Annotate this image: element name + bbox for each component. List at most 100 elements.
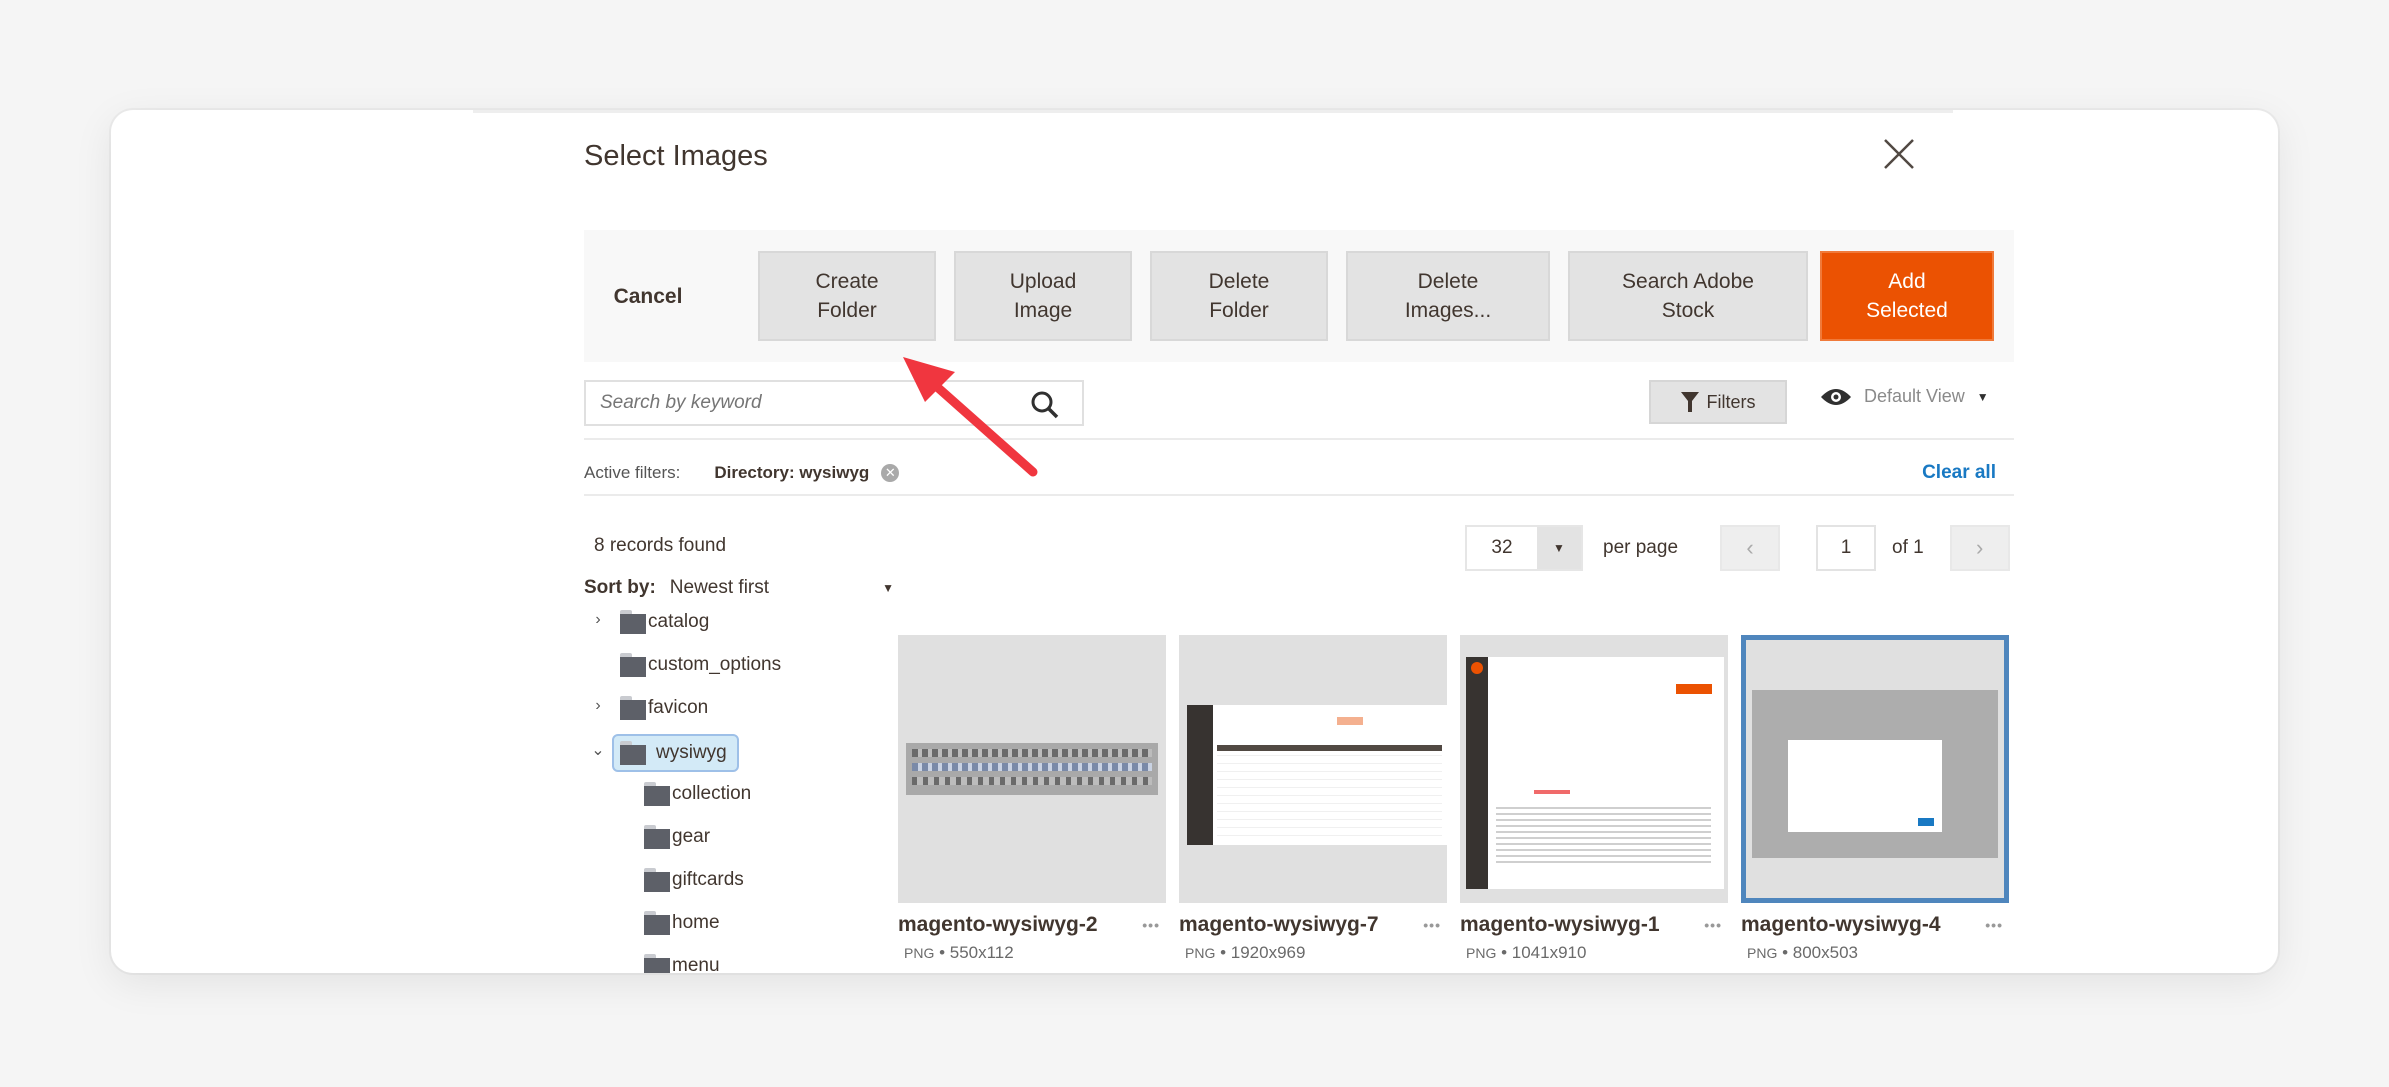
next-page-button[interactable]: › (1949, 525, 2010, 571)
search-input[interactable] (586, 382, 1022, 424)
folder-label: gear (672, 826, 711, 847)
caret-down-icon[interactable]: ▼ (1537, 527, 1581, 569)
upload-image-button[interactable]: Upload Image (954, 251, 1132, 341)
image-meta: PNG • 1920x969 (1179, 943, 1447, 963)
active-filters-bar: Active filters: Directory: wysiwyg ✕ Cle… (584, 455, 2014, 491)
per-page-select[interactable]: 32 ▼ (1465, 525, 1583, 571)
modal-toolbar: Cancel Create Folder Upload Image Delete… (584, 230, 2014, 362)
active-filters-label: Active filters: (584, 463, 681, 482)
image-name: magento-wysiwyg-2 (898, 913, 1098, 936)
caret-down-icon: ▼ (882, 581, 894, 595)
folder-tree-item[interactable]: giftcards (644, 863, 744, 897)
image-meta: PNG • 550x112 (898, 943, 1166, 963)
thumb-preview-insert-image-dialog (1752, 690, 1998, 858)
image-card[interactable]: magento-wysiwyg-2 ••• PNG • 550x112 (898, 635, 1166, 963)
view-label: Default View (1864, 386, 1965, 406)
meta-separator: • (1215, 943, 1231, 962)
folder-label: collection (672, 783, 752, 804)
per-page-label: per page (1603, 537, 1679, 558)
image-thumbnail[interactable] (898, 635, 1166, 903)
create-folder-button[interactable]: Create Folder (758, 251, 936, 341)
folder-tree-item[interactable]: favicon (620, 691, 708, 725)
folder-tree-item[interactable]: custom_options (620, 648, 781, 682)
image-name-row: magento-wysiwyg-1 ••• (1460, 913, 1728, 937)
image-card[interactable]: magento-wysiwyg-7 ••• PNG • 1920x969 (1179, 635, 1447, 963)
folder-label: favicon (648, 697, 709, 718)
divider (584, 438, 2014, 440)
folder-tree-item[interactable]: wysiwyg (612, 734, 739, 772)
chevron-right-icon[interactable]: › (588, 697, 608, 715)
image-format: PNG (904, 945, 935, 961)
chevron-right-icon[interactable]: › (588, 611, 608, 629)
per-page-value: 32 (1491, 537, 1513, 558)
image-format: PNG (1185, 945, 1216, 961)
folder-icon (644, 911, 670, 935)
search-icon[interactable] (1030, 390, 1060, 420)
close-button[interactable] (1881, 136, 1917, 172)
view-selector[interactable]: Default View ▼ (1820, 386, 1989, 407)
folder-label: catalog (648, 611, 710, 632)
image-name: magento-wysiwyg-7 (1179, 913, 1379, 936)
folder-icon (620, 653, 646, 677)
page-number-input[interactable]: 1 (1816, 525, 1877, 571)
page-total: of 1 (1892, 537, 1924, 558)
image-dimensions: 800x503 (1792, 943, 1858, 962)
folder-tree-item[interactable]: collection (644, 777, 751, 811)
pagination: 32 ▼ per page ‹ 1 of 1 › (1465, 525, 2010, 571)
chevron-down-icon[interactable]: ⌄ (588, 740, 608, 760)
image-format: PNG (1747, 945, 1778, 961)
sort-select[interactable]: Sort by: Newest first ▼ (584, 577, 894, 599)
meta-separator: • (1777, 943, 1793, 962)
clear-all-link[interactable]: Clear all (1922, 462, 1996, 484)
folder-tree-item[interactable]: menu (644, 949, 720, 973)
folder-tree-item[interactable]: catalog (620, 605, 709, 639)
delete-images-button[interactable]: Delete Images... (1346, 251, 1550, 341)
image-meta: PNG • 800x503 (1741, 943, 2009, 963)
filter-icon (1680, 392, 1699, 412)
folder-icon (620, 610, 646, 634)
search-row: Filters Default View ▼ (584, 380, 2014, 432)
remove-filter-icon[interactable]: ✕ (881, 464, 900, 482)
image-card[interactable]: magento-wysiwyg-1 ••• PNG • 1041x910 (1460, 635, 1728, 963)
active-filter-chip: Directory: wysiwyg (714, 463, 870, 482)
folder-icon (620, 696, 646, 720)
meta-separator: • (1496, 943, 1512, 962)
prev-page-button[interactable]: ‹ (1720, 525, 1781, 571)
screenshot-card: Select Images Cancel Create Folder Uploa… (111, 110, 2278, 973)
image-dimensions: 1920x969 (1230, 943, 1306, 962)
more-actions-icon[interactable]: ••• (1142, 917, 1166, 933)
search-adobe-stock-button[interactable]: Search Adobe Stock (1568, 251, 1808, 341)
cancel-button[interactable]: Cancel (604, 251, 692, 341)
folder-tree-item[interactable]: gear (644, 820, 710, 854)
folder-open-icon (620, 741, 646, 765)
filters-button[interactable]: Filters (1649, 380, 1787, 424)
meta-separator: • (934, 943, 950, 962)
image-dimensions: 550x112 (949, 943, 1014, 962)
filters-label: Filters (1706, 391, 1756, 412)
modal-top-border (473, 110, 1953, 113)
image-thumbnail[interactable] (1741, 635, 2009, 903)
select-images-modal: Select Images Cancel Create Folder Uploa… (473, 110, 2014, 973)
image-thumbnail[interactable] (1179, 635, 1447, 903)
more-actions-icon[interactable]: ••• (1985, 917, 2009, 933)
folder-label: menu (672, 955, 720, 973)
records-count: 8 records found (594, 535, 727, 556)
more-actions-icon[interactable]: ••• (1423, 917, 1447, 933)
eye-icon (1821, 388, 1851, 405)
more-actions-icon[interactable]: ••• (1704, 917, 1728, 933)
image-name: magento-wysiwyg-4 (1741, 913, 1941, 936)
folder-tree-item[interactable]: home (644, 906, 720, 940)
image-dimensions: 1041x910 (1511, 943, 1587, 962)
image-card[interactable]: magento-wysiwyg-4 ••• PNG • 800x503 (1741, 635, 2009, 963)
image-thumbnail[interactable] (1460, 635, 1728, 903)
delete-folder-button[interactable]: Delete Folder (1150, 251, 1328, 341)
image-name-row: magento-wysiwyg-4 ••• (1741, 913, 2009, 937)
thumb-preview-toolbar (906, 743, 1158, 795)
modal-title: Select Images (584, 140, 768, 172)
folder-icon (644, 782, 670, 806)
add-selected-button[interactable]: Add Selected (1820, 251, 1994, 341)
caret-down-icon: ▼ (1976, 389, 1989, 404)
folder-icon (644, 954, 670, 973)
divider (584, 494, 2014, 496)
folder-label: home (672, 912, 720, 933)
